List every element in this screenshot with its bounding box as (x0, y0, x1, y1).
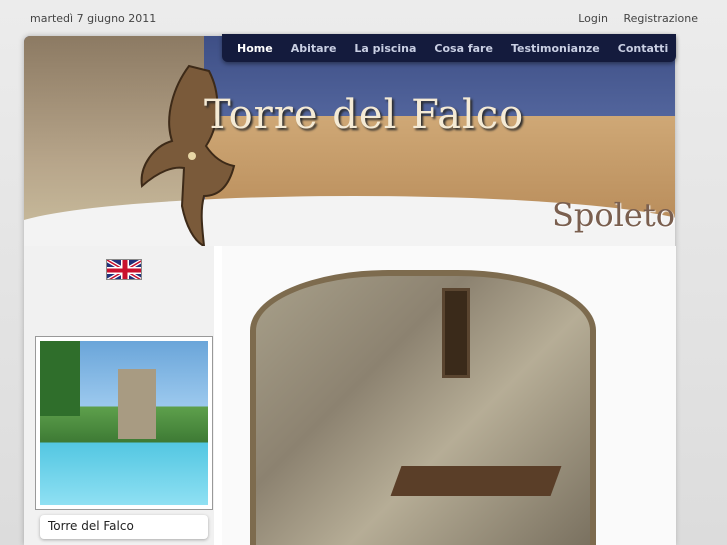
site-logo-title: Torre del Falco (204, 92, 525, 138)
nav-home[interactable]: Home (228, 42, 282, 55)
nav-contatti[interactable]: Contatti (609, 42, 677, 55)
header-banner: Torre del Falco Spoleto (24, 36, 675, 246)
stone-wall-photo (250, 270, 596, 545)
site-logo-subtitle: Spoleto (552, 196, 675, 234)
nav-cosa-fare[interactable]: Cosa fare (425, 42, 502, 55)
nav-la-piscina[interactable]: La piscina (345, 42, 425, 55)
nav-testimonianze[interactable]: Testimonianze (502, 42, 609, 55)
top-bar: martedì 7 giugno 2011 Login Registrazion… (0, 0, 727, 34)
nav-abitare[interactable]: Abitare (282, 42, 346, 55)
current-date: martedì 7 giugno 2011 (30, 12, 157, 25)
uk-flag-icon[interactable] (106, 259, 142, 280)
login-link[interactable]: Login (578, 12, 608, 25)
account-links: Login Registrazione (566, 12, 698, 25)
sidebar-caption: Torre del Falco (40, 515, 208, 539)
main-nav: Home Abitare La piscina Cosa fare Testim… (222, 34, 676, 62)
register-link[interactable]: Registrazione (623, 12, 698, 25)
hawk-icon (140, 64, 236, 246)
pool-photo[interactable] (35, 336, 213, 510)
pool-image (40, 341, 208, 505)
